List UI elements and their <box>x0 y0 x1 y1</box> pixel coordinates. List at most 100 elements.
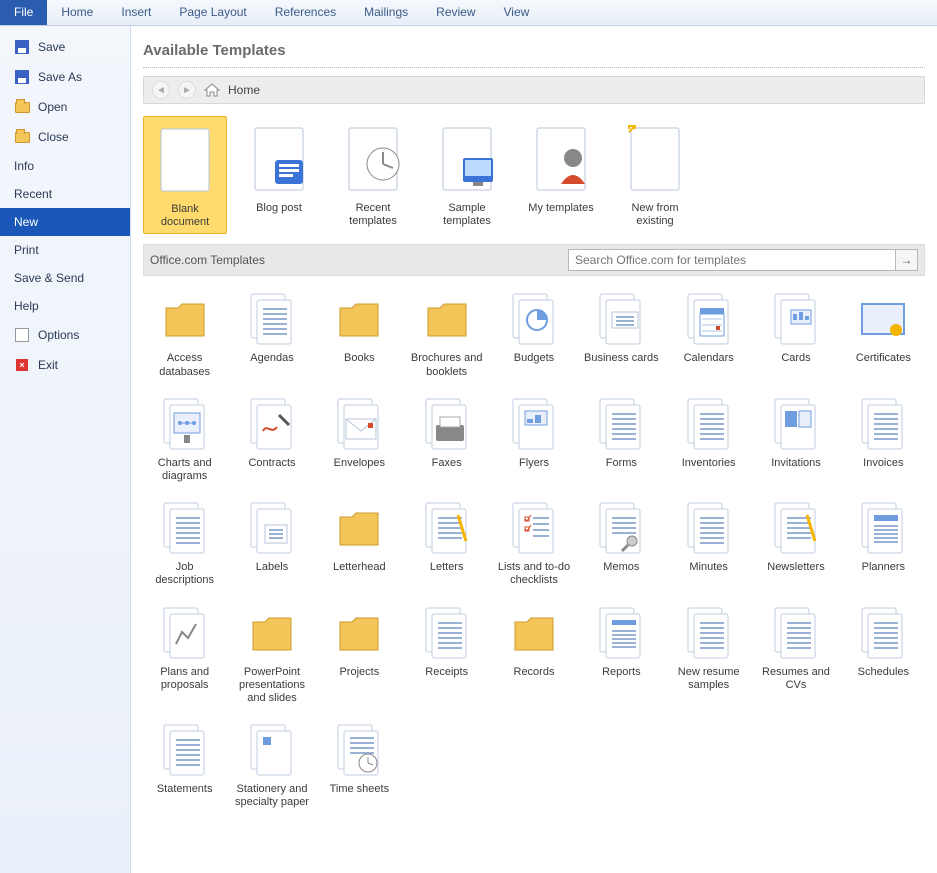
template-tile-my-templates[interactable]: My templates <box>519 116 603 234</box>
category-tile-powerpoint-presentations-and-slides[interactable]: PowerPoint presentations and slides <box>230 600 313 710</box>
category-tile-schedules[interactable]: Schedules <box>842 600 925 710</box>
category-icon <box>592 290 650 348</box>
category-tile-invitations[interactable]: Invitations <box>754 391 837 487</box>
category-icon <box>418 604 476 662</box>
template-label: Blank document <box>146 203 224 229</box>
category-tile-contracts[interactable]: Contracts <box>230 391 313 487</box>
sidebar-item-recent[interactable]: Recent <box>0 180 130 208</box>
ribbon-tab-view[interactable]: View <box>490 0 544 25</box>
category-tile-access-databases[interactable]: Access databases <box>143 286 226 382</box>
template-tile-sample-templates[interactable]: Sample templates <box>425 116 509 234</box>
template-tile-new-from-existing[interactable]: New from existing <box>613 116 697 234</box>
sidebar-item-close[interactable]: Close <box>0 122 130 152</box>
sidebar-item-exit[interactable]: ×Exit <box>0 350 130 380</box>
category-tile-stationery-and-specialty-paper[interactable]: Stationery and specialty paper <box>230 717 313 813</box>
category-icon <box>156 290 214 348</box>
category-label: Certificates <box>844 352 923 378</box>
category-tile-new-resume-samples[interactable]: New resume samples <box>667 600 750 710</box>
category-label: Minutes <box>669 561 748 587</box>
ribbon-tab-insert[interactable]: Insert <box>107 0 165 25</box>
sidebar-item-open[interactable]: Open <box>0 92 130 122</box>
sidebar-item-info[interactable]: Info <box>0 152 130 180</box>
category-tile-records[interactable]: Records <box>492 600 575 710</box>
category-tile-cards[interactable]: Cards <box>754 286 837 382</box>
category-tile-calendars[interactable]: Calendars <box>667 286 750 382</box>
category-label: Business cards <box>582 352 661 378</box>
nav-forward-button[interactable]: ► <box>178 81 196 99</box>
category-tile-planners[interactable]: Planners <box>842 495 925 591</box>
category-tile-envelopes[interactable]: Envelopes <box>318 391 401 487</box>
category-tile-projects[interactable]: Projects <box>318 600 401 710</box>
template-icon <box>241 120 317 198</box>
category-tile-memos[interactable]: Memos <box>580 495 663 591</box>
category-icon <box>767 290 825 348</box>
category-tile-charts-and-diagrams[interactable]: Charts and diagrams <box>143 391 226 487</box>
sidebar-item-help[interactable]: Help <box>0 292 130 320</box>
ribbon-tab-home[interactable]: Home <box>47 0 107 25</box>
sidebar-item-options[interactable]: Options <box>0 320 130 350</box>
category-tile-minutes[interactable]: Minutes <box>667 495 750 591</box>
category-label: Schedules <box>844 666 923 692</box>
category-tile-books[interactable]: Books <box>318 286 401 382</box>
category-tile-inventories[interactable]: Inventories <box>667 391 750 487</box>
category-tile-time-sheets[interactable]: Time sheets <box>318 717 401 813</box>
sidebar-item-print[interactable]: Print <box>0 236 130 264</box>
category-tile-letters[interactable]: Letters <box>405 495 488 591</box>
template-label: Blog post <box>239 202 319 215</box>
category-tile-agendas[interactable]: Agendas <box>230 286 313 382</box>
sidebar-item-label: Exit <box>38 358 58 372</box>
ribbon-tab-page-layout[interactable]: Page Layout <box>165 0 260 25</box>
category-label: Budgets <box>494 352 573 378</box>
category-tile-letterhead[interactable]: Letterhead <box>318 495 401 591</box>
category-tile-receipts[interactable]: Receipts <box>405 600 488 710</box>
category-tile-budgets[interactable]: Budgets <box>492 286 575 382</box>
ribbon-tab-file[interactable]: File <box>0 0 47 25</box>
category-label: Access databases <box>145 352 224 378</box>
top-templates-row: Blank document Blog post Recent templatesS… <box>143 112 925 240</box>
sidebar-item-new[interactable]: New <box>0 208 130 236</box>
category-label: Memos <box>582 561 661 587</box>
template-icon <box>429 120 505 198</box>
category-tile-newsletters[interactable]: Newsletters <box>754 495 837 591</box>
category-tile-statements[interactable]: Statements <box>143 717 226 813</box>
ribbon-tab-references[interactable]: References <box>261 0 350 25</box>
backstage-sidebar: SaveSave As Open Close Info RecentNewPrintSa… <box>0 26 131 873</box>
category-tile-lists-and-to-do-checklists[interactable]: Lists and to-do checklists <box>492 495 575 591</box>
category-tile-plans-and-proposals[interactable]: Plans and proposals <box>143 600 226 710</box>
category-tile-business-cards[interactable]: Business cards <box>580 286 663 382</box>
category-label: Letters <box>407 561 486 587</box>
category-icon <box>330 290 388 348</box>
category-tile-reports[interactable]: Reports <box>580 600 663 710</box>
category-tile-flyers[interactable]: Flyers <box>492 391 575 487</box>
category-tile-forms[interactable]: Forms <box>580 391 663 487</box>
sidebar-item-label: Open <box>38 100 67 114</box>
breadcrumb-home[interactable]: Home <box>228 83 260 97</box>
sidebar-item-save-as[interactable]: Save As <box>0 62 130 92</box>
category-tile-brochures-and-booklets[interactable]: Brochures and booklets <box>405 286 488 382</box>
template-tile-blank-document[interactable]: Blank document <box>143 116 227 234</box>
ribbon-tab-mailings[interactable]: Mailings <box>350 0 422 25</box>
category-label: Flyers <box>494 457 573 483</box>
category-icon <box>592 499 650 557</box>
sidebar-item-save-send[interactable]: Save & Send <box>0 264 130 292</box>
template-tile-blog-post[interactable]: Blog post <box>237 116 321 234</box>
category-icon <box>243 395 301 453</box>
template-tile-recent-templates[interactable]: Recent templates <box>331 116 415 234</box>
search-box: → <box>568 249 918 271</box>
category-tile-faxes[interactable]: Faxes <box>405 391 488 487</box>
category-tile-certificates[interactable]: Certificates <box>842 286 925 382</box>
category-tile-job-descriptions[interactable]: Job descriptions <box>143 495 226 591</box>
category-label: Reports <box>582 666 661 692</box>
category-icon <box>854 604 912 662</box>
sidebar-item-save[interactable]: Save <box>0 32 130 62</box>
category-icon <box>243 721 301 779</box>
ribbon-tab-review[interactable]: Review <box>422 0 489 25</box>
category-tile-invoices[interactable]: Invoices <box>842 391 925 487</box>
search-input[interactable] <box>568 249 896 271</box>
nav-back-button[interactable]: ◄ <box>152 81 170 99</box>
category-tile-labels[interactable]: Labels <box>230 495 313 591</box>
category-icon <box>854 499 912 557</box>
category-tile-resumes-and-cvs[interactable]: Resumes and CVs <box>754 600 837 710</box>
search-go-button[interactable]: → <box>896 249 918 271</box>
sidebar-item-label: Info <box>14 159 34 173</box>
